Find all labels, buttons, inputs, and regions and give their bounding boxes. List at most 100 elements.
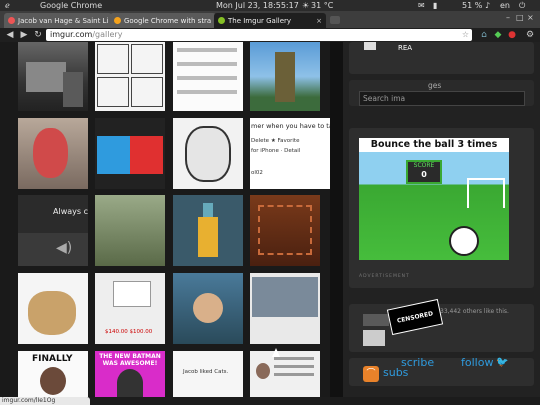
score-box: SCORE 0	[406, 160, 442, 184]
url-path: /gallery	[92, 30, 123, 39]
bookmark-star-icon[interactable]: ☆	[462, 29, 469, 41]
gallery-thumb[interactable]	[250, 195, 320, 266]
search-input[interactable]: Search ima ges	[359, 81, 525, 106]
weather-icon: ☀	[302, 1, 310, 10]
follow-link[interactable]: follow	[461, 356, 493, 369]
gallery-thumb[interactable]: Jacob liked Cats.	[173, 351, 243, 397]
power-icon[interactable]: ⏻	[519, 1, 525, 11]
tab-favicon	[8, 17, 15, 24]
goal-post	[467, 178, 505, 208]
maximize-icon[interactable]: □	[516, 13, 524, 22]
sidebar-top-label[interactable]: REA	[398, 44, 412, 52]
minimize-icon[interactable]: –	[506, 13, 510, 22]
soccer-ball-icon[interactable]	[449, 226, 479, 256]
language-indicator[interactable]: en	[500, 1, 510, 10]
tab-favicon	[114, 17, 121, 24]
reload-icon[interactable]: ↻	[32, 29, 44, 41]
rss-icon[interactable]: ⌒	[363, 366, 379, 382]
gallery-thumb[interactable]	[250, 351, 320, 397]
score-value: 0	[421, 170, 427, 179]
search-suffix: ges	[428, 81, 442, 90]
score-label: SCORE	[413, 162, 435, 169]
tile-subtext: Delete ★ Favorite	[251, 138, 300, 144]
ad-label: ADVERTISEMENT	[359, 274, 410, 279]
gallery-thumb[interactable]	[95, 42, 165, 111]
gallery-thumb[interactable]	[250, 273, 320, 344]
censored-stamp: CENSORED	[386, 298, 444, 336]
gallery-thumb[interactable]	[95, 118, 165, 189]
gallery-thumb[interactable]: $140.00 $100.00	[95, 273, 165, 344]
search-placeholder: Search ima	[363, 94, 406, 103]
tab-imgur[interactable]: The Imgur Gallery ×	[214, 13, 326, 28]
page-content: mer when you have to ta Delete ★ Favorit…	[0, 42, 540, 397]
likes-count: 33,442 others like this.	[440, 308, 509, 315]
gallery-thumb[interactable]	[173, 118, 243, 189]
gallery-thumb[interactable]	[18, 118, 88, 189]
extension-icon[interactable]: ●	[506, 29, 518, 41]
temperature: 31 °C	[311, 1, 334, 10]
tile-subtext: ol02	[251, 170, 263, 176]
system-top-bar: ℯ Google Chrome Mon Jul 23, 18:55:17 ☀ 3…	[0, 0, 540, 11]
volume-icon[interactable]: ♪	[485, 1, 490, 10]
tile-caption: Jacob liked Cats.	[183, 369, 229, 375]
social-panel: CENSORED 33,442 others like this.	[349, 298, 534, 352]
mail-icon[interactable]: ✉	[418, 1, 425, 10]
distro-icon[interactable]: ℯ	[5, 1, 10, 10]
gallery-thumb[interactable]	[250, 42, 320, 111]
battery-level: 51 %	[462, 1, 483, 10]
extension-icon[interactable]: ◆	[492, 29, 504, 41]
gallery-thumb[interactable]	[173, 195, 243, 266]
tab-chrome[interactable]: Google Chrome with stra ×	[110, 13, 216, 28]
speaker-icon: ◀)	[56, 240, 73, 256]
tab-label: Google Chrome with stra	[124, 16, 212, 25]
tile-caption: $140.00 $100.00	[105, 329, 153, 335]
back-icon[interactable]: ◀	[4, 29, 16, 41]
address-bar[interactable]: imgur.com/gallery ☆	[46, 29, 472, 41]
gallery-thumb[interactable]	[173, 42, 243, 111]
avatar	[363, 330, 385, 346]
like-button[interactable]	[363, 314, 389, 326]
gallery-thumb[interactable]: THE NEW BATMAN WAS AWESOME!	[95, 351, 165, 397]
twitter-bird-icon[interactable]: 🐦	[496, 357, 508, 368]
tile-caption: THE NEW BATMAN WAS AWESOME!	[99, 353, 161, 367]
tab-label: The Imgur Gallery	[228, 16, 292, 25]
browser-toolbar: ◀ ▶ ↻ imgur.com/gallery ☆ ⌂ ◆ ● ⚙	[0, 28, 540, 42]
new-tab-button[interactable]	[330, 16, 340, 24]
battery-icon[interactable]: ▮	[433, 1, 437, 10]
window-close-icon[interactable]: ×	[527, 13, 534, 22]
right-sidebar: REA Search ima ges Bounce the ball 3 tim…	[343, 42, 540, 397]
gallery-thumb[interactable]: FINALLY	[18, 351, 88, 397]
gallery-divider	[330, 42, 343, 397]
tab-favicon	[218, 17, 225, 24]
advertisement-panel: Bounce the ball 3 times SCORE 0 ADVERTIS…	[349, 128, 534, 288]
subscribe-panel: ⌒ subs scribe follow 🐦	[349, 356, 534, 386]
chrome-app-name[interactable]: Google Chrome	[40, 1, 102, 10]
gallery-thumb[interactable]	[173, 273, 243, 344]
tile-subtext: for iPhone · Detail	[251, 148, 301, 154]
avatar[interactable]	[364, 42, 376, 50]
mouse-cursor	[272, 348, 280, 357]
tile-caption: Always ch	[53, 207, 88, 216]
gallery-thumb[interactable]	[18, 42, 88, 111]
search-panel: Search ima ges	[349, 80, 534, 106]
gallery-thumb[interactable]	[18, 273, 88, 344]
game-title: Bounce the ball 3 times	[359, 138, 509, 152]
extension-icon[interactable]: ⌂	[478, 29, 490, 41]
sidebar-top-panel: REA	[349, 42, 534, 74]
close-icon[interactable]: ×	[313, 17, 322, 25]
status-bar: imgur.com/lIe1Og	[0, 397, 90, 405]
tile-caption: FINALLY	[32, 354, 73, 364]
tab-jacob[interactable]: Jacob van Hage & Saint Li ×	[4, 13, 112, 28]
tab-label: Jacob van Hage & Saint Li	[18, 16, 109, 25]
tile-caption: mer when you have to ta	[251, 122, 330, 130]
game-ad[interactable]: Bounce the ball 3 times SCORE 0	[359, 138, 509, 260]
wrench-icon[interactable]: ⚙	[524, 29, 536, 41]
tab-bar: Jacob van Hage & Saint Li × Google Chrom…	[0, 11, 540, 28]
gallery-thumb[interactable]: Always ch ◀)	[18, 195, 88, 266]
subscribe-link-text[interactable]: scribe	[401, 356, 434, 369]
forward-icon[interactable]: ▶	[18, 29, 30, 41]
gallery-thumb[interactable]	[95, 195, 165, 266]
clock[interactable]: Mon Jul 23, 18:55:17	[216, 1, 299, 10]
gallery-thumb[interactable]: mer when you have to ta Delete ★ Favorit…	[250, 118, 330, 189]
url-host: imgur.com	[50, 30, 93, 39]
